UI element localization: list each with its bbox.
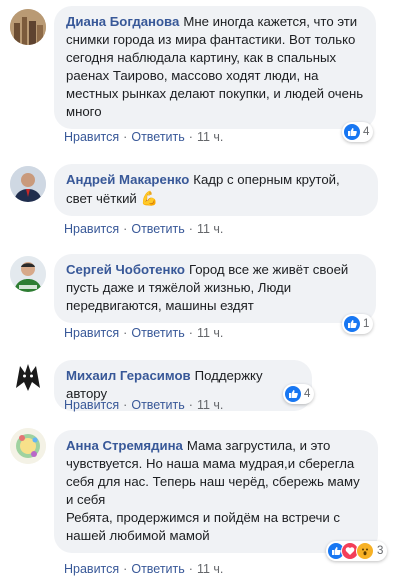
decorative-avatar-icon	[10, 428, 46, 464]
like-link[interactable]: Нравится	[64, 222, 119, 236]
reaction-summary[interactable]: 4	[283, 384, 315, 404]
person-photo-icon	[10, 166, 46, 202]
reaction-summary[interactable]: 4	[342, 122, 374, 142]
reply-link[interactable]: Ответить	[131, 326, 184, 340]
comment-actions: Нравится · Ответить · 11 ч.	[64, 222, 224, 236]
comment-actions: Нравится · Ответить · 11 ч.	[64, 398, 224, 412]
comment-actions: Нравится · Ответить · 11 ч.	[64, 562, 224, 576]
comment-text: Мне иногда кажется, что эти снимки город…	[66, 14, 364, 119]
comment-time[interactable]: 11 ч.	[197, 130, 223, 144]
flexed-biceps-emoji: 💪	[140, 190, 158, 206]
comment-bubble: Андрей Макаренко Кадр с оперным крутой, с…	[54, 164, 378, 216]
wow-icon	[356, 542, 374, 560]
comment-author[interactable]: Андрей Макаренко	[66, 172, 189, 187]
reaction-summary[interactable]: 1	[342, 314, 374, 334]
comment-time[interactable]: 11 ч.	[197, 398, 223, 412]
city-photo-icon	[10, 9, 46, 45]
reply-link[interactable]: Ответить	[131, 222, 184, 236]
avatar[interactable]	[10, 9, 46, 45]
comment-bubble: Анна Стремядина Мама загрустила, и это чу…	[54, 430, 378, 553]
comment-text-second-paragraph: Ребята, продержимся и пойдём на встречи …	[66, 510, 341, 543]
reaction-summary[interactable]: 3	[326, 541, 388, 561]
avatar[interactable]	[10, 166, 46, 202]
like-icon	[344, 124, 360, 140]
comment-bubble: Диана Богданова Мне иногда кажется, что э…	[54, 6, 376, 129]
like-link[interactable]: Нравится	[64, 130, 119, 144]
comment-author[interactable]: Анна Стремядина	[66, 438, 183, 453]
reply-link[interactable]: Ответить	[131, 562, 184, 576]
person-photo-icon	[10, 256, 46, 292]
comment-actions: Нравится · Ответить · 11 ч.	[64, 326, 224, 340]
reply-link[interactable]: Ответить	[131, 398, 184, 412]
comment-author[interactable]: Сергей Чоботенко	[66, 262, 185, 277]
reaction-count: 3	[377, 545, 384, 557]
like-icon	[344, 316, 360, 332]
like-link[interactable]: Нравится	[64, 326, 119, 340]
comment-author[interactable]: Михаил Герасимов	[66, 368, 191, 383]
reaction-count: 4	[304, 388, 311, 400]
comment-author[interactable]: Диана Богданова	[66, 14, 179, 29]
avatar[interactable]	[10, 256, 46, 292]
avatar[interactable]	[10, 428, 46, 464]
comment-actions: Нравится · Ответить · 11 ч.	[64, 130, 224, 144]
wolf-logo-icon	[10, 358, 46, 394]
comment-time[interactable]: 11 ч.	[197, 326, 223, 340]
like-link[interactable]: Нравится	[64, 562, 119, 576]
reply-link[interactable]: Ответить	[131, 130, 184, 144]
like-icon	[285, 386, 301, 402]
like-link[interactable]: Нравится	[64, 398, 119, 412]
comment-time[interactable]: 11 ч.	[197, 222, 223, 236]
avatar[interactable]	[10, 358, 46, 394]
reaction-count: 1	[363, 318, 370, 330]
reaction-count: 4	[363, 126, 370, 138]
comment-time[interactable]: 11 ч.	[197, 562, 223, 576]
comment-bubble: Сергей Чоботенко Город все же живёт своей…	[54, 254, 376, 323]
